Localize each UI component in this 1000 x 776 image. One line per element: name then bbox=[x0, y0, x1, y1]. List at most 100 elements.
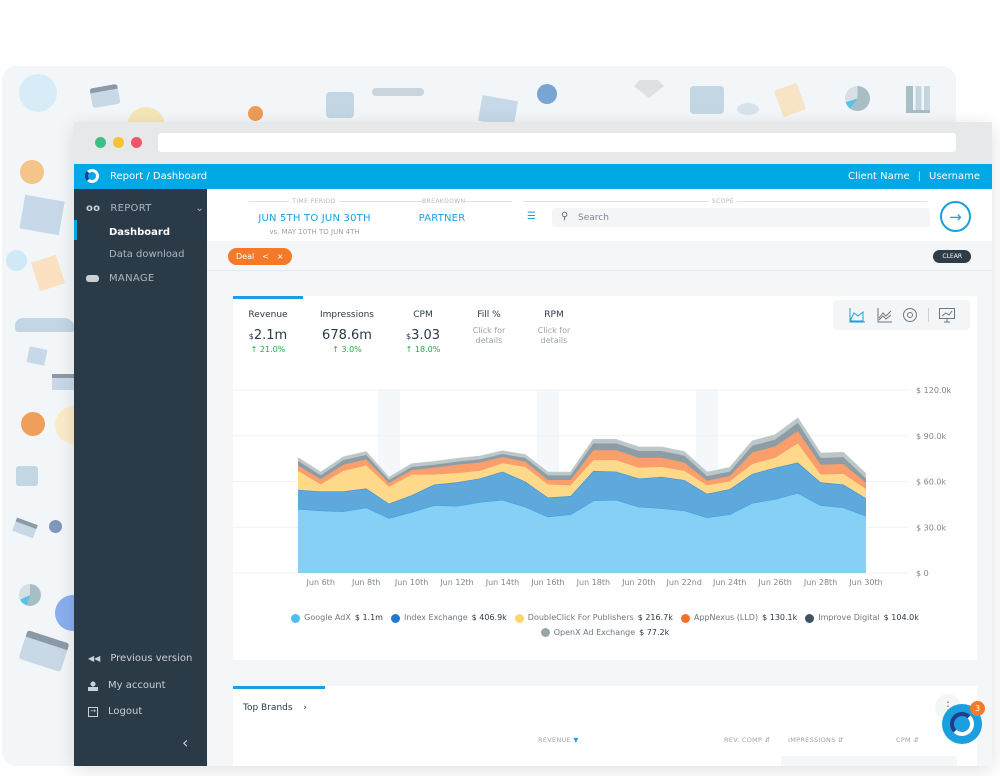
pie-chart-icon bbox=[19, 584, 41, 606]
stacked-area-icon[interactable] bbox=[848, 307, 866, 323]
change-value: 18.0% bbox=[414, 345, 441, 354]
metric-tab-impressions[interactable]: Impressions 678.6m ↑ 3.0% bbox=[312, 310, 382, 354]
table-row-placeholder bbox=[781, 756, 957, 766]
legend-label: DoubleClick For Publishers bbox=[527, 613, 634, 622]
y-tick-label: $ 30.0k bbox=[916, 523, 946, 532]
share-icon[interactable]: < bbox=[262, 252, 269, 261]
filter-bar: TIME PERIOD JUN 5TH TO JUN 30TH vs. MAY … bbox=[207, 189, 992, 241]
sidebar-item-previous-version[interactable]: ◀◀ Previous version bbox=[88, 653, 192, 664]
sidebar-item-logout[interactable]: → Logout bbox=[88, 706, 142, 717]
revenue-stacked-area-chart: $ 0 $ 30.0k $ 60.0k $ 90.0k $ 120.0k Jun 6th J… bbox=[233, 386, 952, 587]
metric-tab-revenue[interactable]: Revenue $2.1m ↑ 21.0% bbox=[233, 310, 303, 354]
x-tick-label: Jun 20th bbox=[621, 578, 655, 587]
metric-label: RPM bbox=[544, 310, 564, 320]
active-tab-indicator bbox=[233, 296, 303, 299]
line-chart-icon[interactable] bbox=[875, 307, 893, 323]
x-tick-label: Jun 24th bbox=[712, 578, 746, 587]
legend-item[interactable]: DoubleClick For Publishers $ 216.7k bbox=[514, 612, 673, 624]
car-icon bbox=[15, 318, 75, 332]
presentation-icon[interactable] bbox=[938, 307, 956, 323]
support-chat-widget[interactable]: 3 bbox=[942, 701, 985, 744]
metric-change: ↑ 21.0% bbox=[250, 345, 286, 354]
sidebar-section-report[interactable]: oo REPORT ⌄ bbox=[86, 203, 204, 214]
bar-chart-icon bbox=[906, 86, 930, 113]
decor-circle-icon bbox=[20, 160, 44, 184]
top-brands-card: Top Brands › ⋮ REVENUE ▼ REV. COMP ⇵ IMP… bbox=[233, 686, 977, 766]
metric-value: $2.1m bbox=[233, 328, 303, 343]
legend-item[interactable]: Google AdX $ 1.1m bbox=[291, 612, 383, 624]
column-header-rev-comp[interactable]: REV. COMP ⇵ bbox=[724, 736, 770, 744]
donut-chart-icon[interactable] bbox=[901, 307, 919, 323]
legend-item[interactable]: Improve Digital $ 104.0k bbox=[805, 612, 919, 624]
metric-tab-rpm[interactable]: RPM Click for details bbox=[519, 310, 589, 346]
decor-circle-icon bbox=[6, 250, 27, 271]
top-brands-title[interactable]: Top Brands › bbox=[243, 703, 307, 713]
metric-tab-cpm[interactable]: CPM $3.03 ↑ 18.0% bbox=[388, 310, 458, 354]
window-maximize-dot[interactable] bbox=[131, 137, 142, 148]
apply-filters-button[interactable]: → bbox=[940, 201, 971, 232]
app-logo-icon[interactable] bbox=[85, 169, 99, 183]
y-tick-label: $ 120.0k bbox=[916, 386, 952, 395]
username-link[interactable]: Username bbox=[929, 171, 980, 182]
toolbar-divider bbox=[928, 308, 929, 322]
click-for-details[interactable]: Click for details bbox=[469, 326, 509, 346]
legend-label: AppNexus (LLD) bbox=[693, 613, 759, 622]
x-tick-label: Jun 14th bbox=[485, 578, 519, 587]
metric-label: Fill % bbox=[477, 310, 501, 320]
column-header-revenue[interactable]: REVENUE ▼ bbox=[538, 736, 579, 744]
legend-label: Index Exchange bbox=[403, 613, 468, 622]
logout-icon: → bbox=[88, 706, 98, 717]
scope-label: SCOPE bbox=[711, 198, 735, 205]
sidebar-item-data-download[interactable]: Data download bbox=[109, 249, 184, 260]
client-name-link[interactable]: Client Name bbox=[848, 171, 910, 182]
legend-label: Improve Digital bbox=[818, 613, 880, 622]
metric-amount: 678.6m bbox=[322, 328, 372, 343]
gamepad-icon bbox=[86, 275, 99, 282]
change-value: 21.0% bbox=[259, 345, 286, 354]
search-placeholder: Search bbox=[578, 212, 609, 223]
header-label: REV. COMP bbox=[724, 736, 763, 744]
breakdown-value[interactable]: PARTNER bbox=[397, 213, 487, 224]
legend-swatch bbox=[291, 613, 301, 623]
change-value: 3.0% bbox=[341, 345, 362, 354]
divider bbox=[462, 201, 512, 202]
close-icon[interactable]: × bbox=[277, 252, 284, 261]
window-minimize-dot[interactable] bbox=[113, 137, 124, 148]
y-tick-label: $ 0 bbox=[916, 569, 929, 578]
notification-badge: 3 bbox=[970, 701, 985, 716]
sidebar-item-label: Logout bbox=[108, 706, 143, 717]
eye-icon bbox=[737, 103, 759, 115]
pie-chart-icon bbox=[845, 86, 870, 111]
newspaper-icon bbox=[19, 194, 65, 236]
sidebar-item-my-account[interactable]: My account bbox=[88, 680, 166, 691]
sidebar-item-dashboard[interactable]: Dashboard bbox=[109, 227, 170, 238]
chevron-right-icon: › bbox=[303, 703, 308, 713]
click-for-details[interactable]: Click for details bbox=[534, 326, 574, 346]
legend-swatch bbox=[390, 613, 400, 623]
chat-logo-icon bbox=[950, 712, 974, 736]
clear-filters-button[interactable]: CLEAR bbox=[933, 250, 971, 263]
legend-item[interactable]: Index Exchange $ 406.9k bbox=[390, 612, 507, 624]
time-period-value[interactable]: JUN 5TH TO JUN 30TH bbox=[237, 213, 392, 224]
list-icon[interactable]: ☰ bbox=[527, 211, 536, 222]
sidebar-section-manage[interactable]: MANAGE bbox=[86, 273, 154, 284]
address-bar[interactable] bbox=[158, 133, 956, 152]
decor-circle-icon bbox=[19, 74, 57, 112]
deal-filter-tag[interactable]: Deal < × bbox=[228, 248, 292, 265]
scope-search-input[interactable]: ⚲ Search bbox=[552, 208, 930, 227]
active-indicator bbox=[74, 220, 77, 240]
column-header-impressions[interactable]: IMPRESSIONS ⇵ bbox=[788, 736, 844, 744]
chevron-left-icon[interactable]: ‹ bbox=[182, 733, 188, 752]
metric-tab-fill[interactable]: Fill % Click for details bbox=[454, 310, 524, 346]
x-tick-label: Jun 28th bbox=[803, 578, 837, 587]
legend-total: $ 130.1k bbox=[762, 613, 798, 622]
browser-window: Report / Dashboard Client Name | Usernam… bbox=[74, 122, 992, 766]
window-close-dot[interactable] bbox=[95, 137, 106, 148]
legend-item[interactable]: AppNexus (LLD) $ 130.1k bbox=[680, 612, 798, 624]
column-header-cpm[interactable]: CPM ⇵ bbox=[896, 736, 919, 744]
divider bbox=[523, 201, 709, 202]
main-content: TIME PERIOD JUN 5TH TO JUN 30TH vs. MAY … bbox=[207, 189, 992, 766]
legend-item[interactable]: OpenX Ad Exchange $ 77.2k bbox=[540, 627, 669, 639]
x-tick-label: Jun 30th bbox=[848, 578, 882, 587]
active-tab-indicator bbox=[233, 686, 325, 689]
